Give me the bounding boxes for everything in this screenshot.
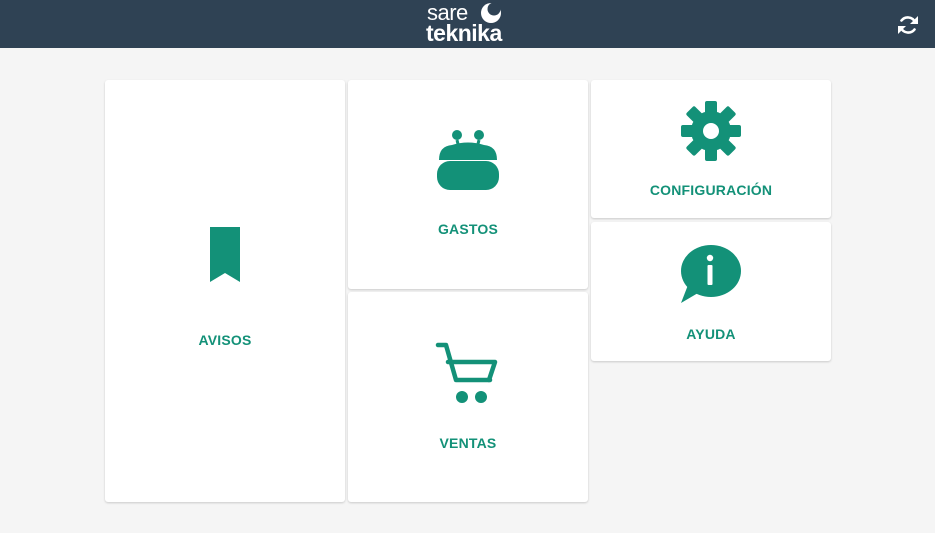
- purse-icon: [437, 130, 499, 190]
- tile-ventas-label: VENTAS: [439, 435, 497, 451]
- tile-ayuda[interactable]: AYUDA: [591, 222, 831, 361]
- tile-ayuda-label: AYUDA: [686, 326, 736, 342]
- shopping-cart-icon: [435, 342, 498, 403]
- tile-gastos-label: GASTOS: [437, 221, 499, 237]
- tile-avisos[interactable]: AVISOS: [105, 80, 345, 502]
- tile-gastos[interactable]: GASTOS: [348, 80, 588, 289]
- tile-configuracion[interactable]: CONFIGURACIÓN: [591, 80, 831, 218]
- bookmark-icon: [210, 227, 240, 282]
- logo-text-teknika: teknika: [426, 20, 502, 46]
- info-chat-icon: [681, 245, 741, 303]
- tile-avisos-label: AVISOS: [198, 332, 252, 348]
- tile-ventas[interactable]: VENTAS: [348, 292, 588, 502]
- gear-icon: [681, 101, 741, 161]
- sare-teknika-logo: sare teknika: [425, 1, 515, 46]
- refresh-icon[interactable]: [896, 13, 920, 37]
- top-bar: sare teknika: [0, 0, 935, 48]
- tile-configuracion-label: CONFIGURACIÓN: [649, 182, 773, 198]
